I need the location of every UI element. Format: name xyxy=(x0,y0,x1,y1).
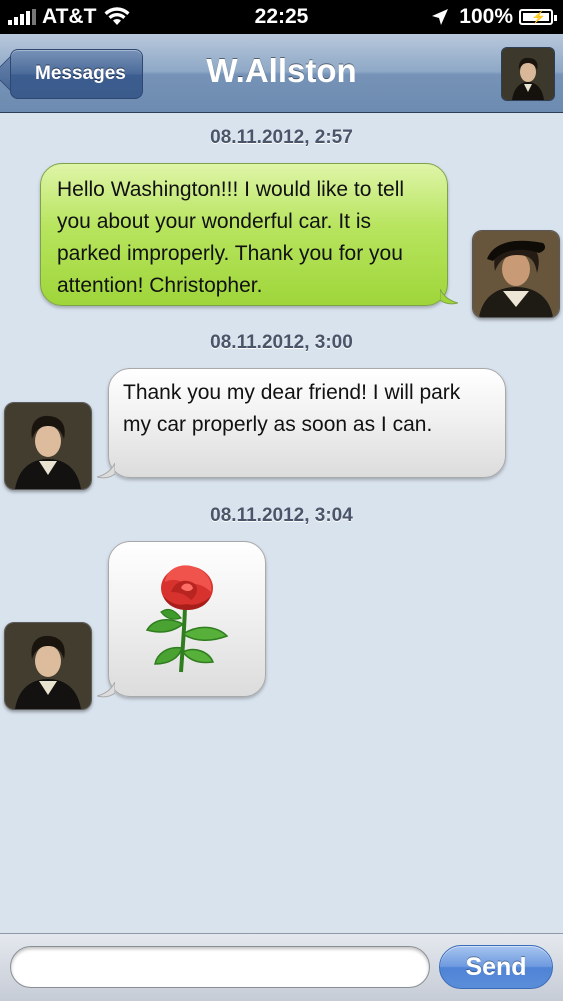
message-timestamp: 08.11.2012, 3:04 xyxy=(210,505,353,526)
portrait-icon xyxy=(473,231,559,317)
location-arrow-icon xyxy=(432,9,449,25)
incoming-image-bubble[interactable] xyxy=(108,541,266,697)
incoming-message-bubble[interactable]: Thank you my dear friend! I will park my… xyxy=(108,368,506,478)
sender-avatar[interactable] xyxy=(472,230,560,318)
contact-avatar[interactable] xyxy=(4,622,92,710)
bubble-tail xyxy=(440,289,458,305)
bubble-tail xyxy=(97,463,115,479)
contact-avatar[interactable] xyxy=(4,402,92,490)
compose-bar: Send xyxy=(0,933,563,1001)
outgoing-message-bubble[interactable]: Hello Washington!!! I would like to tell… xyxy=(40,163,448,306)
back-button-label: Messages xyxy=(35,63,126,84)
message-timestamp: 08.11.2012, 3:00 xyxy=(210,332,353,353)
contact-avatar[interactable] xyxy=(501,47,555,101)
message-text: Hello Washington!!! I would like to tell… xyxy=(57,178,405,297)
portrait-icon xyxy=(5,403,91,489)
rose-image[interactable] xyxy=(137,562,237,674)
message-input[interactable] xyxy=(10,946,430,988)
send-button-label: Send xyxy=(465,952,527,981)
back-button[interactable]: Messages xyxy=(10,49,143,99)
battery-percentage: 100% xyxy=(459,5,513,28)
bubble-tail xyxy=(97,682,115,698)
message-text: Thank you my dear friend! I will park my… xyxy=(123,381,461,436)
send-button[interactable]: Send xyxy=(439,945,553,989)
portrait-icon xyxy=(502,48,554,100)
message-timestamp: 08.11.2012, 2:57 xyxy=(210,127,353,148)
navigation-bar: Messages W.Allston xyxy=(0,34,563,113)
battery-icon: ⚡ xyxy=(519,9,557,25)
status-bar: AT&T 22:25 100% ⚡ xyxy=(0,0,563,34)
portrait-icon xyxy=(5,623,91,709)
conversation-view[interactable]: 08.11.2012, 2:57 Hello Washington!!! I w… xyxy=(0,113,563,933)
